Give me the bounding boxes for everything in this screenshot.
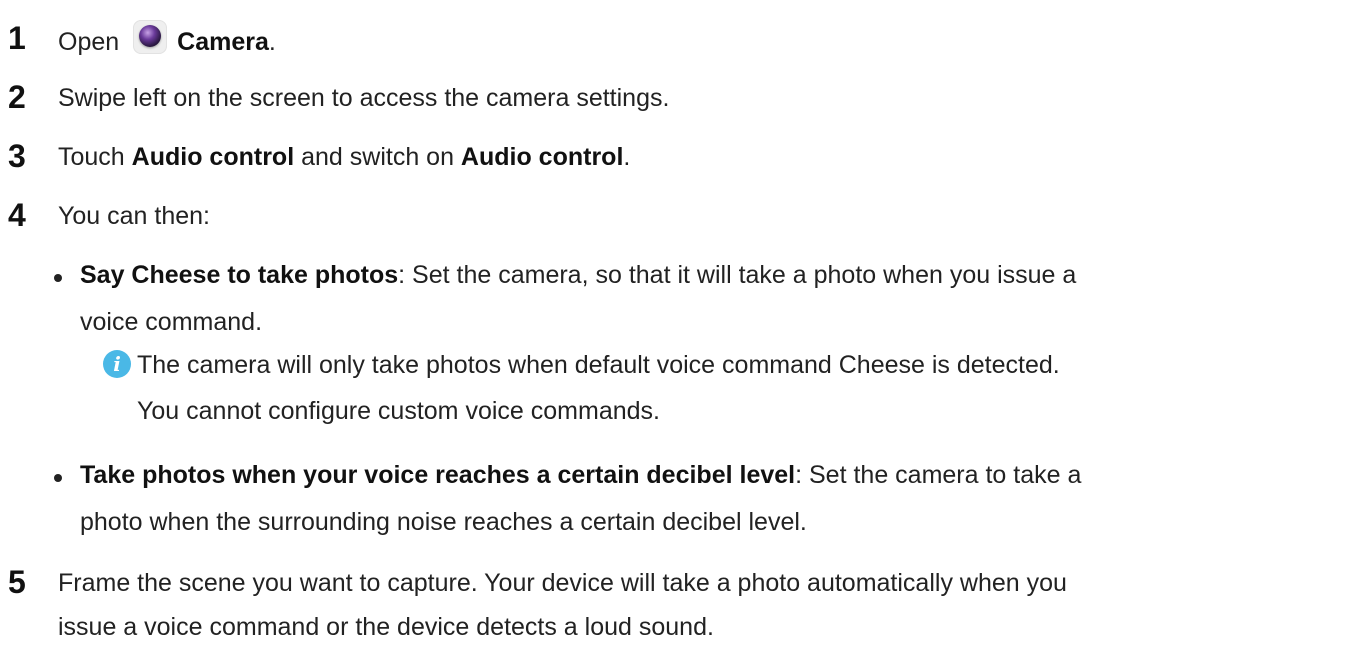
step-text-after: . — [268, 28, 276, 56]
bullet-text-line: Take photos when your voice reaches a ce… — [80, 455, 1081, 495]
camera-lens-icon — [139, 25, 162, 47]
bullet-icon — [54, 274, 62, 282]
audio-control-label: Audio control — [131, 143, 295, 171]
step-text: Open Camera. — [58, 20, 276, 61]
bullet-description: : Set the camera to take a — [795, 461, 1082, 489]
step-text-line: issue a voice command or the device dete… — [58, 613, 714, 641]
step-text-line: Frame the scene you want to capture. You… — [58, 569, 1067, 597]
step-number: 3 — [8, 138, 26, 174]
bullet-text-line: voice command. — [80, 308, 263, 336]
bullet-icon — [54, 474, 62, 482]
step-text: Touch Audio control and switch on Audio … — [58, 138, 630, 176]
bullet-title: Say Cheese to take photos — [80, 261, 399, 289]
step-text: Swipe left on the screen to access the c… — [58, 84, 670, 112]
bullet-description: : Set the camera, so that it will take a… — [398, 261, 1077, 289]
audio-control-label: Audio control — [460, 143, 624, 171]
step-number: 1 — [8, 20, 26, 56]
camera-app-name: Camera — [177, 28, 269, 56]
bullet-title: Take photos when your voice reaches a ce… — [80, 461, 796, 489]
bullet-text-line: Say Cheese to take photos: Set the camer… — [80, 255, 1076, 295]
step-text: You can then: — [58, 202, 210, 230]
camera-app-icon — [133, 20, 168, 54]
step-text-after: . — [623, 143, 631, 171]
step-text-middle: and switch on — [294, 143, 461, 171]
bullet-text-line: photo when the surrounding noise reaches… — [80, 508, 807, 536]
note-text-line: You cannot configure custom voice comman… — [137, 397, 660, 425]
step-number: 2 — [8, 79, 26, 115]
step-number: 4 — [8, 197, 26, 233]
info-icon: i — [103, 350, 131, 378]
note-text-line: The camera will only take photos when de… — [137, 351, 1060, 379]
step-text-before: Open — [58, 28, 120, 56]
instruction-document: 1 Open Camera. 2 Swipe left on the screen… — [0, 0, 1367, 647]
step-number: 5 — [8, 564, 26, 600]
step-text-before: Touch — [58, 143, 132, 171]
